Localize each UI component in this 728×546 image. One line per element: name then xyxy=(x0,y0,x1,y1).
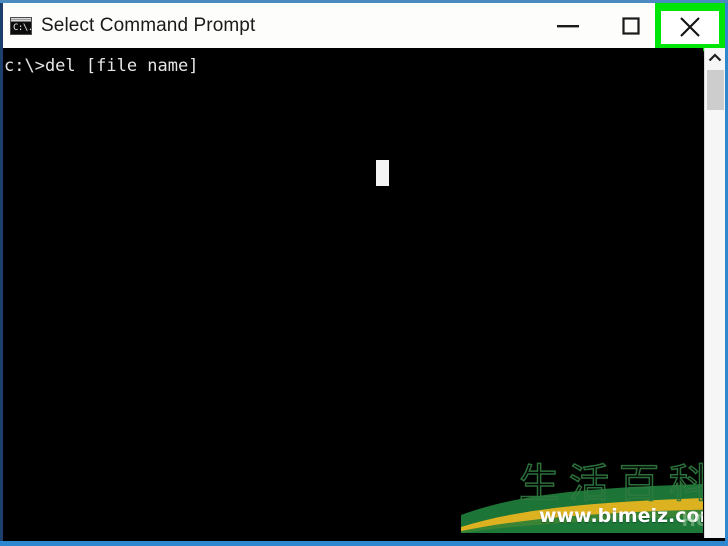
console-block-cursor xyxy=(376,160,389,186)
title-bar[interactable]: C:\. Select Command Prompt xyxy=(3,3,725,48)
title-bar-left-group: C:\. Select Command Prompt xyxy=(3,15,536,37)
icon-prompt-text: C:\. xyxy=(13,22,33,33)
maximize-icon xyxy=(621,16,640,35)
close-button[interactable] xyxy=(661,10,719,44)
scroll-up-button[interactable] xyxy=(705,48,725,68)
close-button-highlight xyxy=(655,3,725,51)
window-border-bottom xyxy=(0,541,728,546)
minimize-button[interactable] xyxy=(536,3,599,48)
screenshot-root: C:\. Select Command Prompt c:\>del [file… xyxy=(0,0,728,546)
watermark: 生活百科 www.bimeiz.com HOW xyxy=(461,453,703,533)
console-command-line: c:\>del [file name] xyxy=(4,56,199,76)
console-scrollbar[interactable] xyxy=(704,48,725,538)
maximize-button[interactable] xyxy=(599,3,662,48)
watermark-corner-text: HOW xyxy=(681,511,703,531)
command-prompt-window: C:\. Select Command Prompt c:\>del [file… xyxy=(0,0,728,546)
minimize-icon xyxy=(556,24,579,27)
chevron-up-icon xyxy=(708,53,722,62)
watermark-url: www.bimeiz.com xyxy=(539,505,703,527)
command-prompt-icon[interactable]: C:\. xyxy=(10,16,33,35)
watermark-ribbon xyxy=(461,484,703,533)
scrollbar-thumb[interactable] xyxy=(707,70,724,110)
console-output-area[interactable]: c:\>del [file name] 生活百科 www.bimeiz.com … xyxy=(3,48,703,538)
close-icon xyxy=(680,17,700,37)
page-title: Select Command Prompt xyxy=(41,14,256,36)
watermark-characters: 生活百科 xyxy=(518,461,703,507)
